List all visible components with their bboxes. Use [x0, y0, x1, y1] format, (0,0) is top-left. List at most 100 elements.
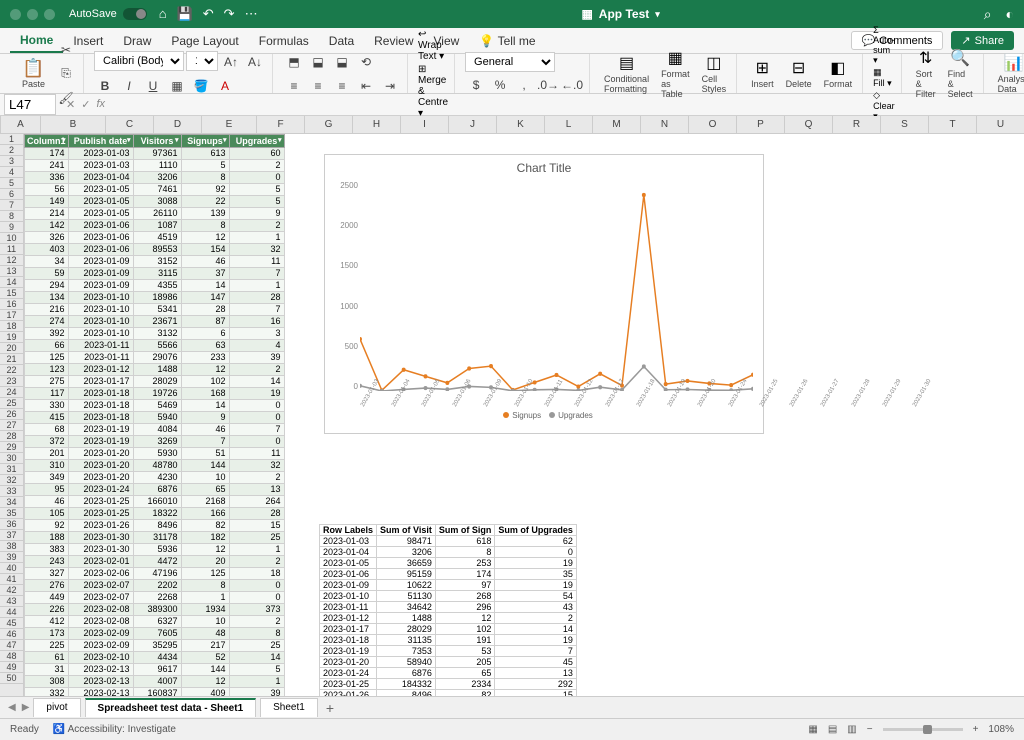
decrease-font-icon[interactable]: A↓ — [244, 51, 266, 73]
row-header[interactable]: 9 — [0, 222, 23, 233]
fx-icon[interactable]: fx — [96, 98, 105, 111]
home-icon[interactable]: ⌂ — [159, 6, 167, 22]
column-header[interactable]: I — [401, 116, 449, 133]
column-header[interactable]: L — [545, 116, 593, 133]
analyse-data-button[interactable]: 📊Analyse Data — [994, 53, 1024, 94]
indent-decrease-icon[interactable]: ⇤ — [355, 75, 377, 97]
delete-cells-button[interactable]: ⊟Delete — [782, 58, 816, 89]
save-icon[interactable]: 💾 — [177, 6, 193, 22]
row-header[interactable]: 19 — [0, 332, 23, 343]
percent-icon[interactable]: % — [489, 74, 511, 96]
column-header[interactable]: J — [449, 116, 497, 133]
row-header[interactable]: 41 — [0, 574, 23, 585]
row-header[interactable]: 38 — [0, 541, 23, 552]
zoom-in-icon[interactable]: + — [973, 724, 979, 735]
cells-area[interactable]: Column1Publish dateVisitorsSignupsUpgrad… — [24, 134, 1024, 696]
add-sheet-button[interactable]: + — [326, 700, 334, 716]
row-header[interactable]: 45 — [0, 618, 23, 629]
undo-icon[interactable]: ↶ — [203, 6, 214, 22]
column-header[interactable]: R — [833, 116, 881, 133]
indent-increase-icon[interactable]: ⇥ — [379, 75, 401, 97]
row-header[interactable]: 24 — [0, 387, 23, 398]
paste-button[interactable]: 📋 Paste — [16, 58, 51, 89]
increase-decimal-icon[interactable]: .0→ — [537, 74, 559, 96]
orientation-icon[interactable]: ⟲ — [355, 51, 377, 73]
row-header[interactable]: 29 — [0, 442, 23, 453]
data-table[interactable]: Column1Publish dateVisitorsSignupsUpgrad… — [24, 134, 285, 696]
cancel-formula-icon[interactable]: ✕ — [66, 98, 75, 111]
row-header[interactable]: 27 — [0, 420, 23, 431]
row-header[interactable]: 25 — [0, 398, 23, 409]
row-header[interactable]: 6 — [0, 189, 23, 200]
toggle-switch-icon[interactable] — [123, 8, 147, 20]
account-icon[interactable]: ◐ — [1006, 6, 1014, 23]
zoom-level[interactable]: 108% — [988, 724, 1014, 735]
page-break-view-icon[interactable]: ▥ — [847, 724, 856, 735]
row-header[interactable]: 18 — [0, 321, 23, 332]
column-header[interactable]: C — [106, 116, 154, 133]
redo-icon[interactable]: ↷ — [224, 6, 235, 22]
chart[interactable]: Chart Title 25002000150010005000 2023-01… — [324, 154, 764, 434]
autosum-button[interactable]: Σ Auto-sum ▾ — [873, 25, 895, 66]
spreadsheet-grid[interactable]: ABCDEFGHIJKLMNOPQRSTU 123456789101112131… — [0, 116, 1024, 696]
row-header[interactable]: 28 — [0, 431, 23, 442]
currency-icon[interactable]: $ — [465, 74, 487, 96]
sheet-next-icon[interactable]: ▶ — [22, 702, 30, 713]
row-header[interactable]: 3 — [0, 156, 23, 167]
fill-button[interactable]: ▦ Fill ▾ — [873, 67, 895, 89]
row-header[interactable]: 44 — [0, 607, 23, 618]
increase-font-icon[interactable]: A↑ — [220, 51, 242, 73]
column-header[interactable]: H — [353, 116, 401, 133]
row-header[interactable]: 35 — [0, 508, 23, 519]
column-header[interactable]: K — [497, 116, 545, 133]
row-header[interactable]: 42 — [0, 585, 23, 596]
column-header[interactable]: B — [41, 116, 106, 133]
font-name-select[interactable]: Calibri (Body) — [94, 51, 184, 71]
row-header[interactable]: 30 — [0, 453, 23, 464]
row-header[interactable]: 26 — [0, 409, 23, 420]
tab-review[interactable]: Review — [364, 28, 423, 53]
insert-cells-button[interactable]: ⊞Insert — [747, 58, 778, 89]
find-select-button[interactable]: 🔍Find & Select — [944, 48, 977, 99]
row-header[interactable]: 16 — [0, 299, 23, 310]
zoom-out-icon[interactable]: − — [867, 724, 873, 735]
column-header[interactable]: G — [305, 116, 353, 133]
normal-view-icon[interactable]: ▦ — [808, 724, 817, 735]
format-as-table-button[interactable]: ▦Format as Table — [657, 48, 694, 99]
row-header[interactable]: 46 — [0, 629, 23, 640]
page-layout-view-icon[interactable]: ▤ — [828, 724, 837, 735]
cell-styles-button[interactable]: ◫Cell Styles — [698, 53, 731, 94]
italic-icon[interactable]: I — [118, 75, 140, 97]
decrease-decimal-icon[interactable]: ←.0 — [561, 74, 583, 96]
tell-me[interactable]: 💡 Tell me — [469, 28, 545, 53]
align-center-icon[interactable]: ≡ — [307, 75, 329, 97]
align-middle-icon[interactable]: ⬓ — [307, 51, 329, 73]
align-left-icon[interactable]: ≡ — [283, 75, 305, 97]
column-header[interactable]: A — [1, 116, 41, 133]
column-header[interactable]: F — [257, 116, 305, 133]
font-color-icon[interactable]: A — [214, 75, 236, 97]
column-header[interactable]: Q — [785, 116, 833, 133]
pivot-table[interactable]: Row LabelsSum of VisitSum of SignSum of … — [319, 524, 577, 696]
row-header[interactable]: 12 — [0, 255, 23, 266]
column-header[interactable]: T — [929, 116, 977, 133]
row-header[interactable]: 14 — [0, 277, 23, 288]
font-size-select[interactable]: 12 — [186, 51, 218, 71]
copy-icon[interactable]: ⎘ — [55, 63, 77, 85]
column-header[interactable]: S — [881, 116, 929, 133]
zoom-slider[interactable] — [883, 728, 963, 731]
row-header[interactable]: 10 — [0, 233, 23, 244]
format-cells-button[interactable]: ◧Format — [820, 58, 857, 89]
autosave-toggle[interactable]: AutoSave — [69, 8, 147, 20]
column-header[interactable]: U — [977, 116, 1024, 133]
name-box[interactable] — [4, 94, 56, 115]
close-window-icon[interactable] — [10, 9, 21, 20]
row-header[interactable]: 49 — [0, 662, 23, 673]
minimize-window-icon[interactable] — [27, 9, 38, 20]
more-icon[interactable]: ⋯ — [245, 6, 258, 22]
confirm-formula-icon[interactable]: ✓ — [81, 98, 90, 111]
row-header[interactable]: 5 — [0, 178, 23, 189]
cut-icon[interactable]: ✂ — [55, 39, 77, 61]
row-header[interactable]: 21 — [0, 354, 23, 365]
row-header[interactable]: 11 — [0, 244, 23, 255]
